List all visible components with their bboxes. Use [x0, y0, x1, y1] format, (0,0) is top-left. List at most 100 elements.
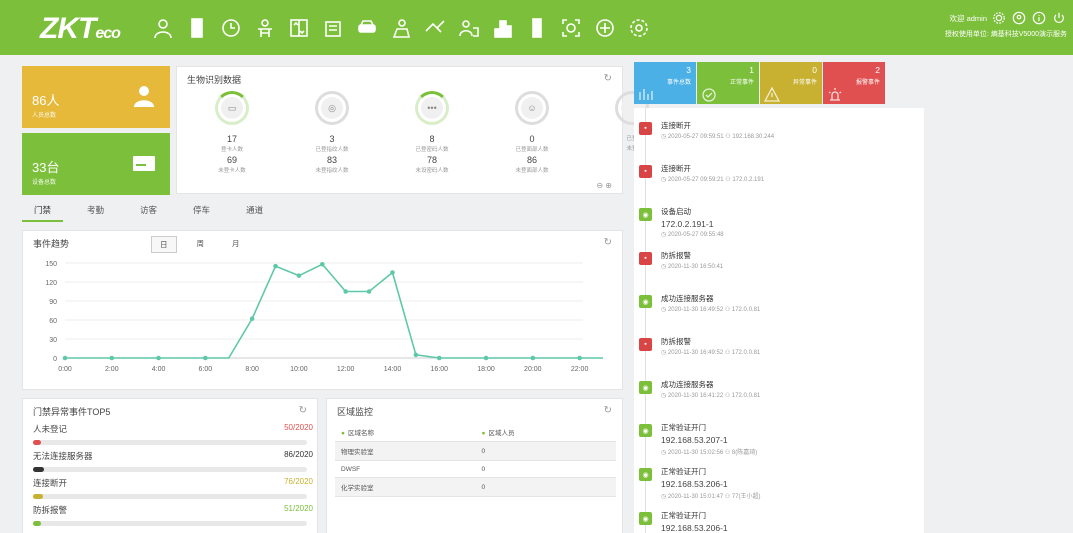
event-item[interactable]: ▪ 连接断开 ◷ 2020-05-27 09:59:21 ⚇ 172.0.2.191	[639, 163, 919, 183]
top5-row[interactable]: 无法连接服务器 86/2020	[33, 450, 313, 472]
normal-badge-icon: ◉	[639, 424, 652, 437]
event-item[interactable]: ◉ 正常验证开门 192.168.53.206-1 ◷ 2020-11-30 15:0…	[639, 466, 919, 500]
shield-icon[interactable]	[588, 14, 622, 42]
event-title: 成功连接服务器	[661, 294, 714, 303]
event-title: 正常验证开门	[661, 467, 706, 476]
biometric-card: 生物识别数据 ↻ ▭ 17 登卡人数 69 未登卡人数 ◎ 3 已登指纹人数 83 未登指纹人数 •…	[176, 66, 649, 194]
elevator-icon[interactable]	[282, 14, 316, 42]
area-row[interactable]: 物理实验室 0	[335, 441, 616, 461]
alarm-icon	[828, 88, 842, 101]
alarm-badge-icon: ▪	[639, 338, 652, 351]
period-button-1[interactable]: 周	[189, 236, 213, 253]
refresh-icon[interactable]: ↻	[604, 237, 612, 248]
visitor-icon[interactable]	[248, 14, 282, 42]
check-circle-icon	[702, 88, 716, 102]
logout-icon[interactable]	[1051, 10, 1067, 26]
area-table: ● 区域名称 ● 区域人员 物理实验室 0 DWSF 0 化学实验室 0	[335, 423, 616, 497]
summary-tile-1[interactable]: 1 正常事件	[697, 62, 759, 104]
biometric-value2: 69	[226, 155, 237, 165]
settings-icon[interactable]	[991, 10, 1007, 26]
refresh-icon[interactable]: ↻	[604, 405, 612, 416]
area-row[interactable]: DWSF 0	[335, 460, 616, 478]
top5-bar	[33, 467, 307, 472]
event-meta: ◷ 2020-05-27 09:55:48	[661, 232, 724, 238]
event-item[interactable]: ▪ 防拆报警 ◷ 2020-11-30 16:49:52 ⚇ 172.0.0.81	[639, 336, 919, 356]
y-tick-label: 90	[49, 299, 57, 306]
zkteco-logo[interactable]: ZKTeco	[40, 12, 121, 46]
tab-3[interactable]: 停车	[181, 200, 222, 222]
biometric-value2: 78	[426, 155, 437, 165]
event-trend-title: 事件趋势	[33, 239, 70, 249]
area-row[interactable]: 化学实验室 0	[335, 477, 616, 497]
biometric-title: 生物识别数据	[187, 75, 242, 85]
biometric-item: ☺ 0 已登面部人数 86 未登面部人数	[487, 91, 577, 174]
device-total-tile[interactable]: 33台 设备总数	[22, 133, 170, 195]
settings-icon[interactable]	[622, 14, 656, 42]
x-tick-label: 10:00	[290, 366, 308, 373]
event-item[interactable]: ▪ 连接断开 ◷ 2020-05-27 09:59:51 ⚇ 192.168.30.…	[639, 120, 919, 140]
tab-1[interactable]: 考勤	[75, 200, 116, 222]
biometric-value: 3	[329, 134, 335, 144]
area-count: 0	[475, 477, 616, 497]
x-tick-label: 6:00	[199, 366, 213, 373]
module-tabs: 门禁 考勤 访客 停车 通道	[22, 200, 623, 222]
event-item[interactable]: ◉ 成功连接服务器 ◷ 2020-11-30 16:49:52 ⚇ 172.0.0.…	[639, 293, 919, 313]
event-title: 连接断开	[661, 121, 691, 130]
building-icon[interactable]	[486, 14, 520, 42]
top5-row[interactable]: 连接断开 76/2020	[33, 477, 313, 499]
x-tick-label: 14:00	[384, 366, 402, 373]
summary-tile-3[interactable]: 2 报警事件	[823, 62, 885, 104]
door-icon[interactable]	[180, 14, 214, 42]
tab-2[interactable]: 访客	[128, 200, 169, 222]
event-item[interactable]: ◉ 成功连接服务器 ◷ 2020-11-30 16:41:22 ⚇ 172.0.0.…	[639, 379, 919, 399]
refresh-icon[interactable]: ↻	[604, 73, 612, 84]
event-item[interactable]: ◉ 设备启动 172.0.2.191-1 ◷ 2020-05-27 09:55:48	[639, 206, 919, 238]
info-icon[interactable]	[1031, 10, 1047, 26]
person-icon[interactable]	[146, 14, 180, 42]
data-point	[109, 355, 115, 361]
consumption-icon[interactable]	[316, 14, 350, 42]
event-item[interactable]: ▪ 防拆报警 ◷ 2020-11-30 16:50:41	[639, 250, 919, 270]
summary-label: 事件总数	[666, 80, 691, 86]
parking-icon[interactable]	[350, 14, 384, 42]
period-button-2[interactable]: 月	[224, 236, 248, 253]
tab-4[interactable]: 通道	[234, 200, 275, 222]
face-scan-icon[interactable]	[554, 14, 588, 42]
carousel-arrows[interactable]: ⊖ ⊕	[596, 181, 612, 190]
people-total-tile[interactable]: 86人 人员总数	[22, 66, 170, 128]
event-title: 正常验证开门	[661, 423, 706, 432]
people-total-label: 人员总数	[32, 113, 57, 119]
top5-row[interactable]: 人未登记 50/2020	[33, 423, 313, 445]
event-item[interactable]: ◉ 正常验证开门 192.168.53.207-1 ◷ 2020-11-30 15:0…	[639, 422, 919, 456]
x-tick-label: 2:00	[105, 366, 119, 373]
event-item[interactable]: ◉ 正常验证开门 192.168.53.206-1	[639, 510, 919, 533]
summary-tile-0[interactable]: 3 事件总数	[634, 62, 696, 104]
series-line	[65, 263, 603, 359]
summary-tile-2[interactable]: 0 异常事件	[760, 62, 822, 104]
event-trend-card: 事件趋势 日周月 ↻ 0 30 60 90 120 150 0:00 2:00 4:00 6:00…	[22, 230, 623, 390]
patrol-icon[interactable]	[384, 14, 418, 42]
summary-count: 0	[812, 65, 817, 75]
handshake-icon[interactable]	[418, 14, 452, 42]
period-switch: 日周月	[151, 236, 260, 253]
x-tick-label: 0:00	[58, 366, 72, 373]
refresh-icon[interactable]: ↻	[299, 405, 307, 416]
alarm-badge-icon: ▪	[639, 122, 652, 135]
event-meta: ◷ 2020-11-30 15:02:56 ⚇ 8(陈嘉琦)	[661, 450, 758, 456]
event-meta: ◷ 2020-11-30 16:49:52 ⚇ 172.0.0.81	[661, 307, 761, 313]
clock-icon[interactable]	[214, 14, 248, 42]
biometric-ring-icon: ◎	[315, 91, 349, 125]
data-point	[483, 355, 489, 361]
event-meta: ◷ 2020-11-30 15:01:47 ⚇ 77(王小超)	[661, 494, 761, 500]
top5-title: 门禁异常事件TOP5	[33, 407, 111, 417]
normal-badge-icon: ◉	[639, 208, 652, 221]
top5-row[interactable]: 防拆报警 51/2020	[33, 504, 313, 526]
period-button-0[interactable]: 日	[151, 236, 177, 253]
top5-name: 无法连接服务器	[33, 451, 93, 461]
staff-icon[interactable]	[452, 14, 486, 42]
device-icon[interactable]	[520, 14, 554, 42]
person-icon	[134, 86, 154, 107]
account-icon[interactable]	[1011, 10, 1027, 26]
alarm-badge-icon: ▪	[639, 252, 652, 265]
tab-0[interactable]: 门禁	[22, 200, 64, 222]
